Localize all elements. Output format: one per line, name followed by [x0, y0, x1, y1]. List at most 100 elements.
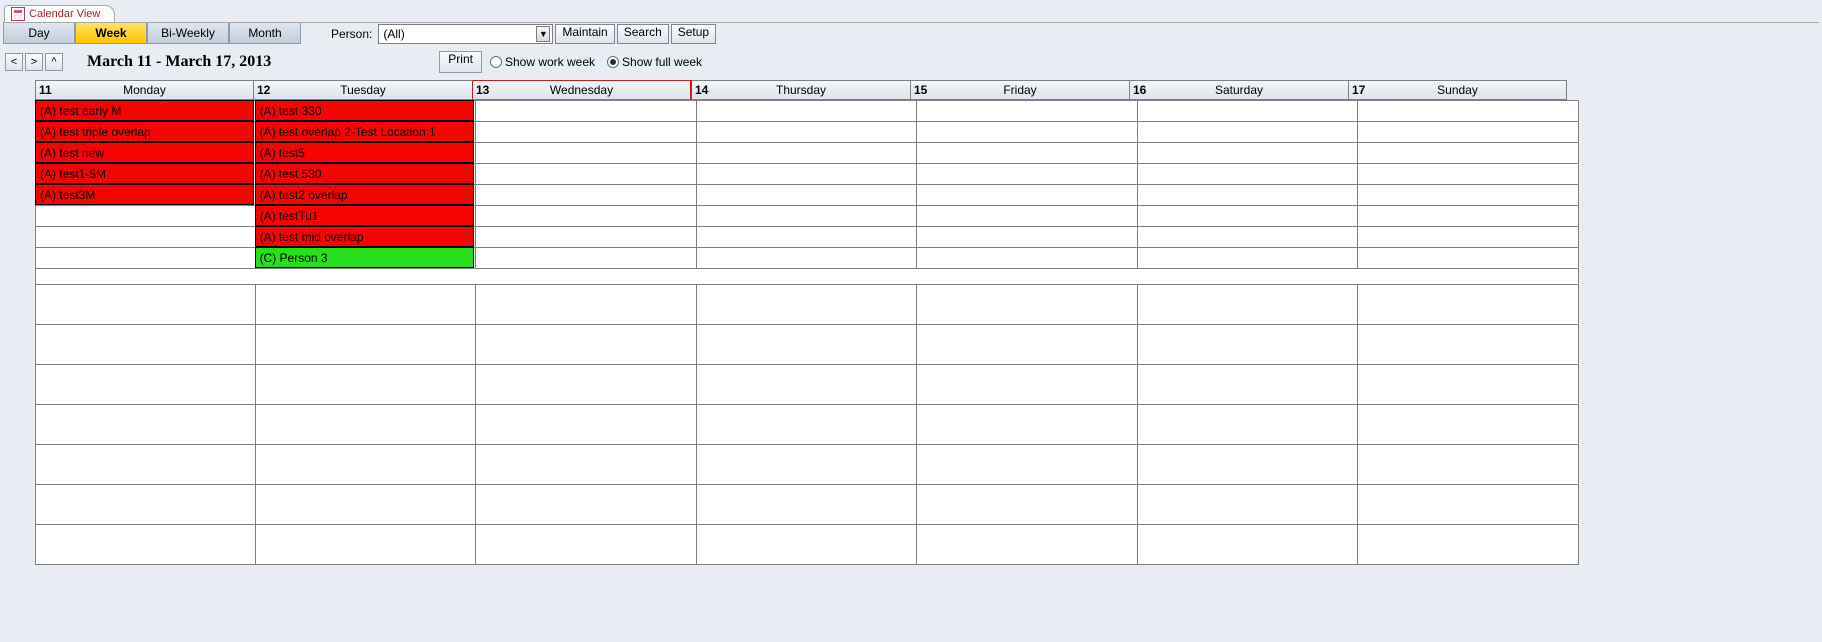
calendar-cell[interactable] [1358, 525, 1579, 565]
calendar-cell[interactable] [255, 365, 476, 405]
calendar-cell[interactable] [696, 485, 917, 525]
calendar-cell[interactable] [1358, 248, 1579, 269]
calendar-cell[interactable] [1358, 206, 1579, 227]
calendar-cell[interactable] [476, 445, 697, 485]
calendar-cell[interactable] [917, 525, 1138, 565]
calendar-cell[interactable] [1358, 164, 1579, 185]
calendar-cell[interactable] [255, 285, 476, 325]
calendar-cell[interactable] [1137, 285, 1358, 325]
calendar-cell[interactable] [696, 285, 917, 325]
radio-full-week[interactable]: Show full week [607, 55, 702, 69]
calendar-cell[interactable]: (A) test2 overlap [255, 185, 476, 206]
calendar-cell[interactable] [696, 143, 917, 164]
calendar-cell[interactable] [917, 185, 1138, 206]
calendar-cell[interactable] [917, 101, 1138, 122]
calendar-event[interactable]: (A) test 530 [255, 163, 475, 184]
view-week-button[interactable]: Week [75, 23, 147, 44]
day-header-friday[interactable]: 15Friday [910, 80, 1129, 100]
calendar-cell[interactable]: (A) test new [36, 143, 256, 164]
calendar-cell[interactable] [917, 206, 1138, 227]
calendar-cell[interactable] [917, 325, 1138, 365]
calendar-cell[interactable] [696, 185, 917, 206]
calendar-cell[interactable] [476, 164, 697, 185]
calendar-cell[interactable] [36, 365, 256, 405]
calendar-cell[interactable] [255, 405, 476, 445]
calendar-cell[interactable] [917, 143, 1138, 164]
search-button[interactable]: Search [617, 24, 669, 44]
calendar-cell[interactable] [255, 485, 476, 525]
calendar-cell[interactable]: (A) test1-5M [36, 164, 256, 185]
calendar-cell[interactable] [476, 325, 697, 365]
calendar-event[interactable]: (A) test overlap 2-Test Location 1 [255, 121, 475, 142]
calendar-cell[interactable]: (A) test early M [36, 101, 256, 122]
calendar-event[interactable]: (A) test5 [255, 142, 475, 163]
calendar-cell[interactable]: (A) test 530 [255, 164, 476, 185]
day-header-sunday[interactable]: 17Sunday [1348, 80, 1567, 100]
calendar-cell[interactable] [255, 525, 476, 565]
calendar-cell[interactable] [1358, 227, 1579, 248]
calendar-cell[interactable]: (A) testTu1 [255, 206, 476, 227]
calendar-cell[interactable] [1137, 164, 1358, 185]
calendar-cell[interactable]: (A) test mid overlap [255, 227, 476, 248]
view-biweekly-button[interactable]: Bi-Weekly [147, 23, 229, 44]
maintain-button[interactable]: Maintain [555, 24, 614, 44]
calendar-cell[interactable] [476, 206, 697, 227]
view-day-button[interactable]: Day [3, 23, 75, 44]
calendar-cell[interactable]: (A) test3M [36, 185, 256, 206]
calendar-cell[interactable] [696, 405, 917, 445]
calendar-cell[interactable]: (A) test5 [255, 143, 476, 164]
calendar-cell[interactable] [696, 164, 917, 185]
calendar-cell[interactable] [917, 445, 1138, 485]
calendar-cell[interactable] [1358, 405, 1579, 445]
calendar-cell[interactable]: (A) test overlap 2-Test Location 1 [255, 122, 476, 143]
next-button[interactable]: > [25, 53, 43, 71]
calendar-cell[interactable] [1137, 185, 1358, 206]
prev-button[interactable]: < [5, 53, 23, 71]
print-button[interactable]: Print [439, 51, 482, 73]
calendar-cell[interactable] [917, 227, 1138, 248]
calendar-event[interactable]: (A) test triple overlap [35, 121, 254, 142]
calendar-cell[interactable] [1137, 525, 1358, 565]
calendar-cell[interactable] [255, 325, 476, 365]
calendar-cell[interactable] [476, 227, 697, 248]
calendar-cell[interactable] [36, 525, 256, 565]
calendar-cell[interactable] [696, 445, 917, 485]
tab-calendar-view[interactable]: Calendar View [4, 5, 115, 22]
calendar-cell[interactable] [917, 285, 1138, 325]
calendar-cell[interactable] [917, 248, 1138, 269]
calendar-cell[interactable] [1137, 206, 1358, 227]
calendar-cell[interactable] [1137, 405, 1358, 445]
calendar-cell[interactable] [917, 122, 1138, 143]
calendar-cell[interactable] [1358, 325, 1579, 365]
calendar-cell[interactable] [696, 525, 917, 565]
calendar-cell[interactable] [1358, 101, 1579, 122]
calendar-cell[interactable] [476, 185, 697, 206]
calendar-event[interactable]: (A) test mid overlap [255, 226, 475, 247]
day-header-monday[interactable]: 11Monday [35, 80, 253, 100]
calendar-cell[interactable] [1358, 445, 1579, 485]
calendar-cell[interactable] [1137, 365, 1358, 405]
calendar-cell[interactable] [476, 405, 697, 445]
calendar-cell[interactable] [1358, 285, 1579, 325]
calendar-cell[interactable] [1358, 185, 1579, 206]
calendar-cell[interactable] [36, 206, 256, 227]
calendar-cell[interactable] [36, 248, 256, 269]
day-header-saturday[interactable]: 16Saturday [1129, 80, 1348, 100]
radio-work-week[interactable]: Show work week [490, 55, 595, 69]
calendar-cell[interactable] [1358, 122, 1579, 143]
view-month-button[interactable]: Month [229, 23, 301, 44]
calendar-cell[interactable]: (C) Person 3 [255, 248, 476, 269]
calendar-cell[interactable] [476, 285, 697, 325]
calendar-cell[interactable] [1358, 143, 1579, 164]
calendar-cell[interactable] [696, 248, 917, 269]
calendar-event[interactable]: (A) test new [35, 142, 254, 163]
calendar-cell[interactable] [36, 485, 256, 525]
calendar-event[interactable]: (A) test early M [35, 100, 254, 121]
calendar-cell[interactable] [476, 485, 697, 525]
day-header-thursday[interactable]: 14Thursday [691, 80, 910, 100]
calendar-cell[interactable] [1137, 445, 1358, 485]
calendar-event[interactable]: (A) test3M [35, 184, 254, 205]
calendar-cell[interactable] [917, 164, 1138, 185]
calendar-cell[interactable] [476, 122, 697, 143]
calendar-cell[interactable] [36, 285, 256, 325]
